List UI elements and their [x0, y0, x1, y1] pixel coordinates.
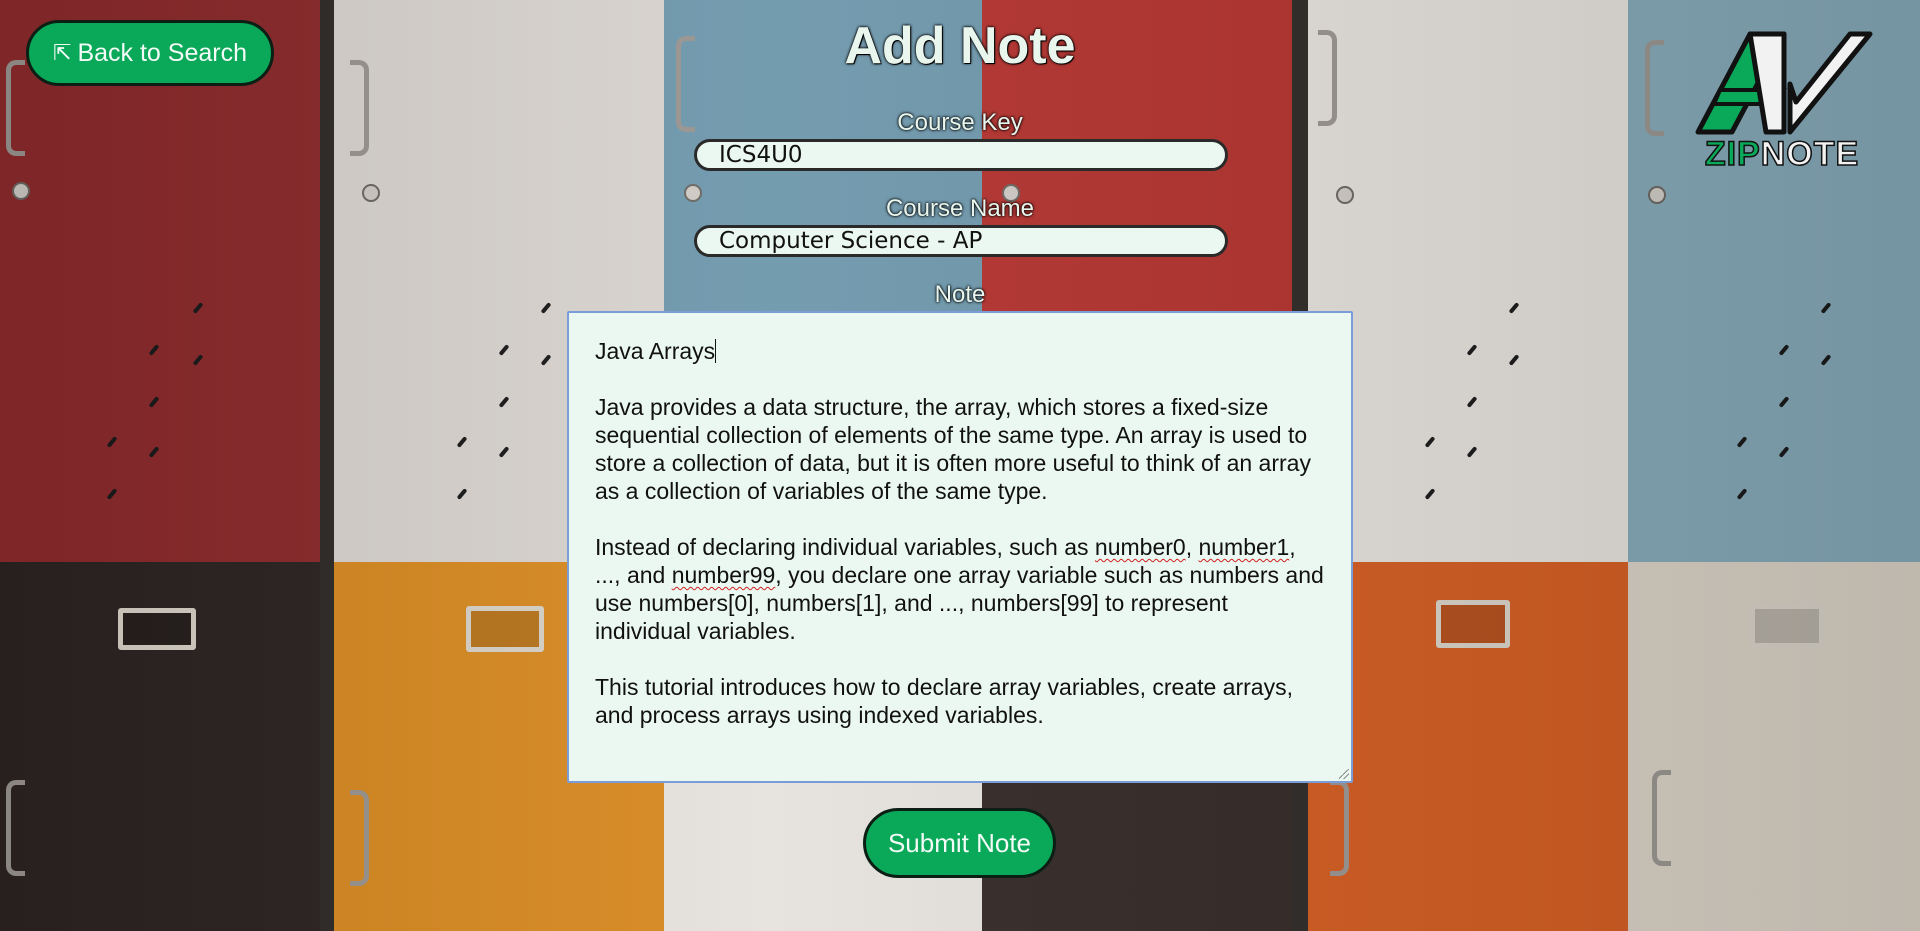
spellcheck-word: number0 [1094, 534, 1186, 560]
logo-zip-text: ZIP [1704, 134, 1761, 174]
note-paragraph-2-text: , [1185, 534, 1199, 560]
note-paragraph-2: Instead of declaring individual variable… [595, 533, 1325, 645]
locker-label-frame [1436, 600, 1510, 648]
note-textarea[interactable]: Java Arrays Java provides a data structu… [567, 311, 1353, 783]
course-name-label: Course Name [885, 195, 1035, 222]
locker-handle [350, 790, 369, 886]
course-key-input[interactable] [694, 139, 1228, 171]
note-title-line: Java Arrays [595, 337, 1325, 365]
zipnote-logo: ZIPNOTE [1680, 30, 1884, 174]
locker-handle [1652, 770, 1671, 866]
locker-divider [320, 0, 334, 931]
note-label: Note [934, 281, 986, 308]
locker-label-frame [118, 608, 196, 650]
locker-label-frame [1750, 604, 1824, 648]
spellcheck-word: number99 [671, 562, 776, 588]
note-paragraph-1: Java provides a data structure, the arra… [595, 394, 1311, 504]
course-key-label: Course Key [897, 109, 1023, 136]
note-title-text: Java Arrays [595, 338, 716, 364]
resize-handle[interactable] [1339, 769, 1349, 779]
locker-label-frame [466, 606, 544, 652]
locker-handle [1330, 780, 1349, 876]
page-title: Add Note [844, 17, 1076, 75]
logo-note-text: NOTE [1760, 134, 1860, 174]
locker-handle [6, 780, 25, 876]
note-paragraph-2-text: Instead of declaring individual variable… [595, 534, 1095, 560]
course-name-input[interactable] [694, 225, 1228, 257]
submit-note-button[interactable]: Submit Note [863, 808, 1056, 878]
logo-wordmark: ZIPNOTE [1680, 134, 1884, 174]
note-paragraph-3: This tutorial introduces how to declare … [595, 674, 1293, 728]
text-caret [715, 339, 717, 363]
spellcheck-word: number1 [1198, 534, 1290, 560]
